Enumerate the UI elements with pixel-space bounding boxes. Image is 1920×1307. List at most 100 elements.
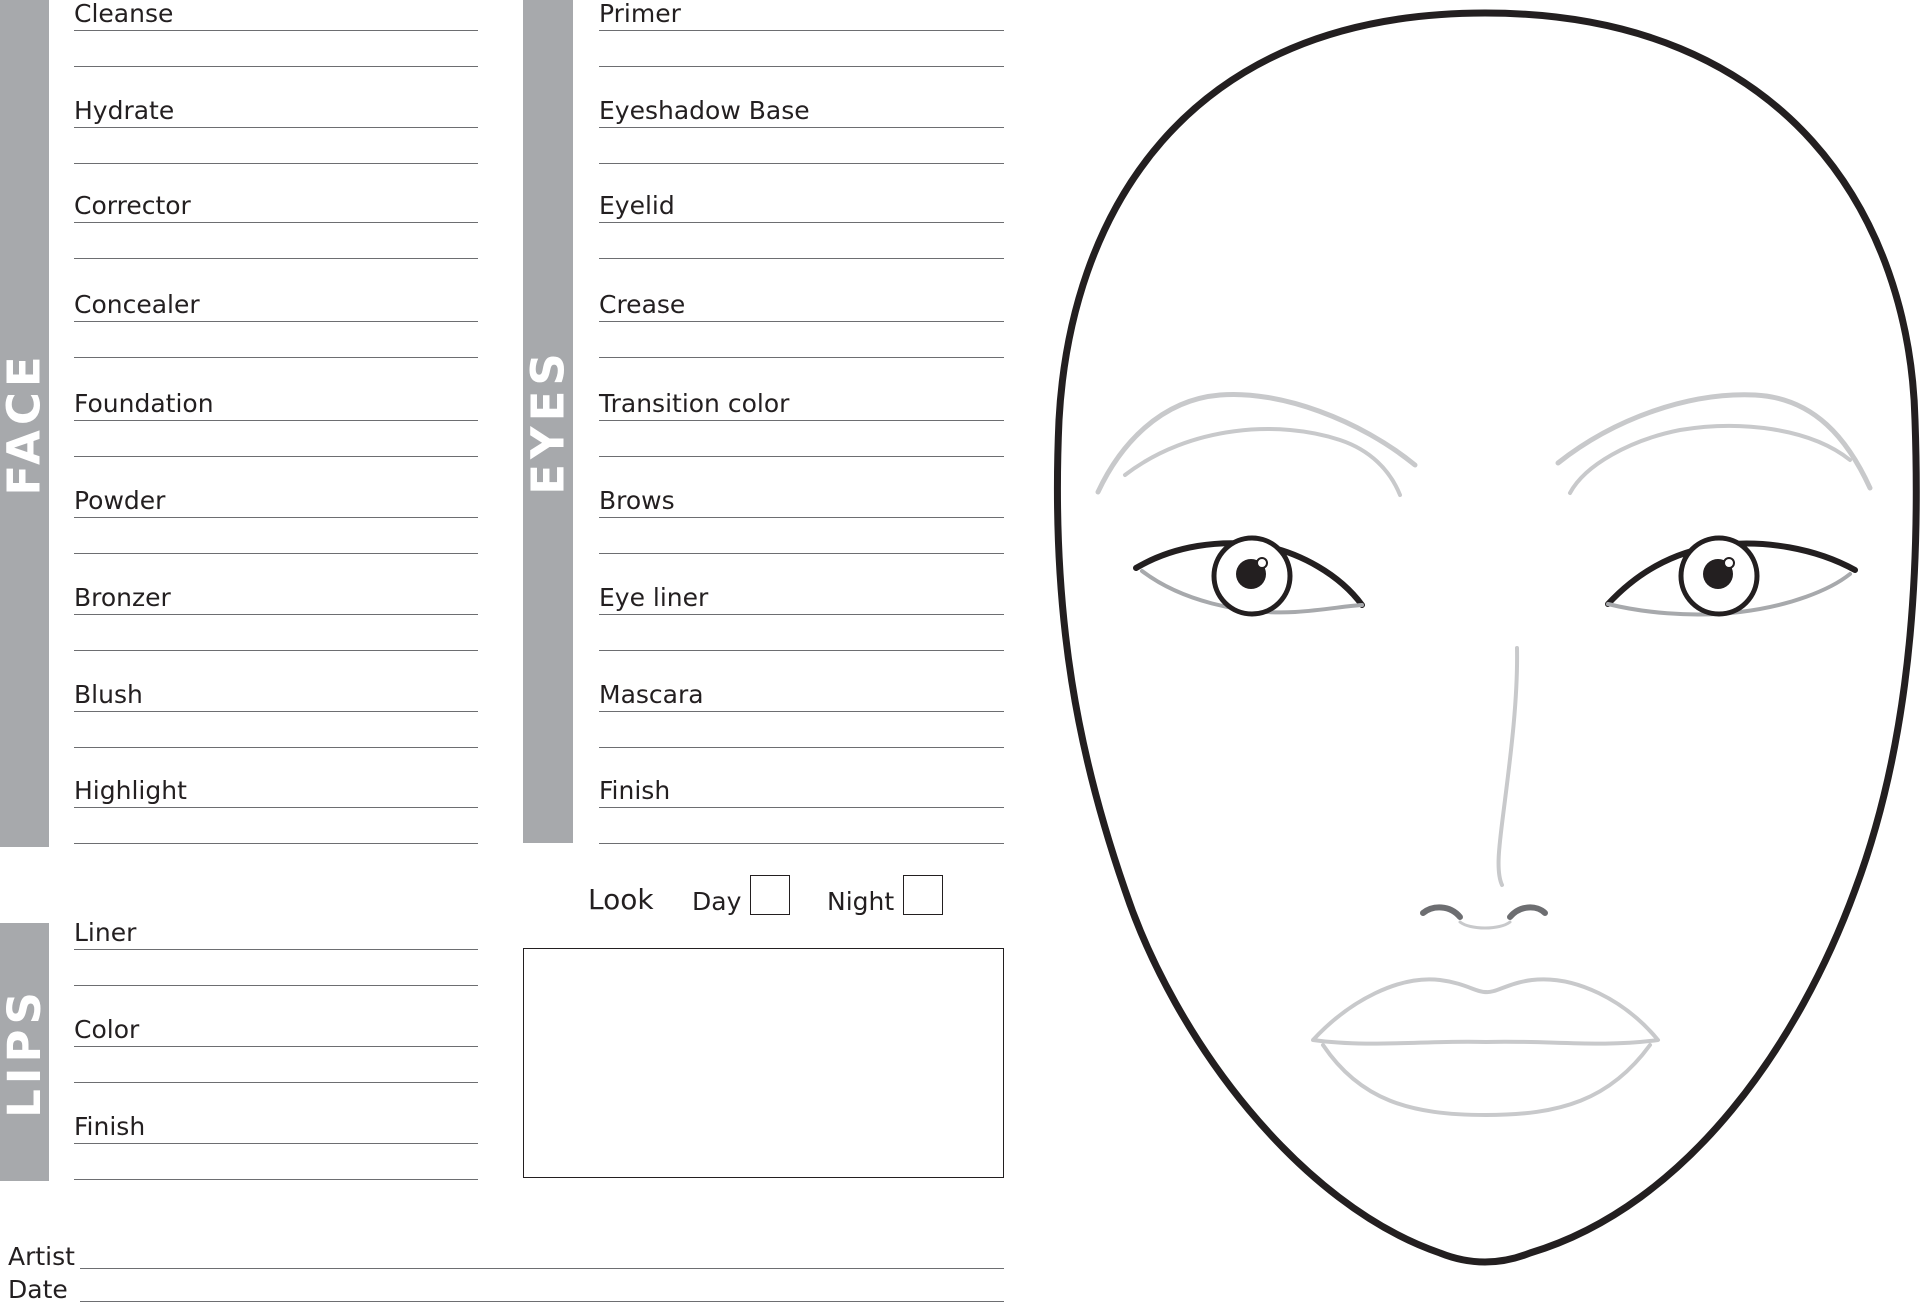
face-chart-sheet: FACE Cleanse Hydrate Corrector Concealer…: [0, 0, 1920, 1304]
entry-line[interactable]: [74, 1143, 478, 1144]
entry-line[interactable]: [599, 258, 1004, 259]
entry-line[interactable]: [599, 357, 1004, 358]
field-foundation: Foundation: [74, 387, 478, 459]
field-label: Blush: [74, 680, 143, 709]
entry-line[interactable]: [74, 807, 478, 808]
field-bronzer: Bronzer: [74, 581, 478, 653]
field-label: Bronzer: [74, 583, 171, 612]
field-label: Finish: [599, 776, 671, 805]
day-label: Day: [692, 887, 742, 916]
entry-line[interactable]: [599, 843, 1004, 844]
field-cleanse: Cleanse: [74, 0, 478, 69]
field-label: Foundation: [74, 389, 214, 418]
field-mascara: Mascara: [599, 678, 1004, 750]
field-label: Eye liner: [599, 583, 709, 612]
field-lip-color: Color: [74, 1013, 478, 1085]
entry-line[interactable]: [599, 807, 1004, 808]
entry-line[interactable]: [74, 127, 478, 128]
field-label: Transition color: [599, 389, 790, 418]
artist-field: Artist: [8, 1240, 1008, 1274]
entry-line[interactable]: [599, 711, 1004, 712]
entry-line[interactable]: [74, 321, 478, 322]
face-outline: [1053, 9, 1920, 1266]
entry-line[interactable]: [599, 517, 1004, 518]
entry-line[interactable]: [74, 949, 478, 950]
entry-line[interactable]: [74, 222, 478, 223]
entry-line[interactable]: [74, 517, 478, 518]
face-template-drawing: [1053, 9, 1920, 1266]
field-lip-liner: Liner: [74, 916, 478, 988]
entry-line[interactable]: [599, 66, 1004, 67]
field-label: Hydrate: [74, 96, 175, 125]
field-label: Mascara: [599, 680, 704, 709]
field-highlight: Highlight: [74, 774, 478, 846]
field-label: Brows: [599, 486, 675, 515]
field-label: Eyeshadow Base: [599, 96, 810, 125]
field-transition-color: Transition color: [599, 387, 1004, 459]
entry-line[interactable]: [74, 553, 478, 554]
field-powder: Powder: [74, 484, 478, 556]
entry-line[interactable]: [74, 66, 478, 67]
field-hydrate: Hydrate: [74, 94, 478, 166]
entry-line[interactable]: [74, 985, 478, 986]
night-label: Night: [827, 887, 895, 916]
entry-line[interactable]: [74, 614, 478, 615]
field-primer: Primer: [599, 0, 1004, 69]
artist-entry-line[interactable]: [80, 1268, 1004, 1269]
entry-line[interactable]: [74, 1179, 478, 1180]
field-label: Highlight: [74, 776, 187, 805]
field-blush: Blush: [74, 678, 478, 750]
field-label: Concealer: [74, 290, 200, 319]
field-label: Eyelid: [599, 191, 675, 220]
field-label: Liner: [74, 918, 137, 947]
field-label: Powder: [74, 486, 166, 515]
entry-line[interactable]: [599, 127, 1004, 128]
field-label: Primer: [599, 0, 681, 28]
entry-line[interactable]: [74, 650, 478, 651]
entry-line[interactable]: [74, 30, 478, 31]
entry-line[interactable]: [74, 1082, 478, 1083]
field-lip-finish: Finish: [74, 1110, 478, 1182]
notes-box[interactable]: [523, 948, 1004, 1178]
left-eye-highlight: [1256, 557, 1268, 569]
artist-label: Artist: [8, 1242, 75, 1271]
face-section-band: FACE: [0, 0, 52, 847]
entry-line[interactable]: [74, 420, 478, 421]
entry-line[interactable]: [74, 747, 478, 748]
field-eyes-finish: Finish: [599, 774, 1004, 846]
field-label: Finish: [74, 1112, 146, 1141]
entry-line[interactable]: [74, 163, 478, 164]
field-label: Cleanse: [74, 0, 174, 28]
entry-line[interactable]: [74, 258, 478, 259]
entry-line[interactable]: [74, 711, 478, 712]
face-section-title: FACE: [0, 351, 52, 496]
entry-line[interactable]: [74, 456, 478, 457]
lips-section-band: LIPS: [0, 923, 51, 1181]
entry-line[interactable]: [599, 650, 1004, 651]
field-brows: Brows: [599, 484, 1004, 556]
field-label: Crease: [599, 290, 686, 319]
eyes-section-band: EYES: [521, 0, 575, 843]
night-checkbox[interactable]: [903, 875, 943, 915]
entry-line[interactable]: [599, 553, 1004, 554]
entry-line[interactable]: [74, 357, 478, 358]
entry-line[interactable]: [74, 1046, 478, 1047]
entry-line[interactable]: [599, 747, 1004, 748]
entry-line[interactable]: [74, 843, 478, 844]
entry-line[interactable]: [599, 456, 1004, 457]
lips-section-title: LIPS: [0, 986, 51, 1118]
entry-line[interactable]: [599, 614, 1004, 615]
entry-line[interactable]: [599, 30, 1004, 31]
entry-line[interactable]: [599, 163, 1004, 164]
field-crease: Crease: [599, 288, 1004, 360]
entry-line[interactable]: [599, 420, 1004, 421]
field-eye-liner: Eye liner: [599, 581, 1004, 653]
field-concealer: Concealer: [74, 288, 478, 360]
entry-line[interactable]: [599, 222, 1004, 223]
eyes-section-title: EYES: [521, 348, 575, 495]
day-checkbox[interactable]: [750, 875, 790, 915]
entry-line[interactable]: [599, 321, 1004, 322]
field-eyeshadow-base: Eyeshadow Base: [599, 94, 1004, 166]
field-corrector: Corrector: [74, 189, 478, 261]
field-label: Color: [74, 1015, 140, 1044]
